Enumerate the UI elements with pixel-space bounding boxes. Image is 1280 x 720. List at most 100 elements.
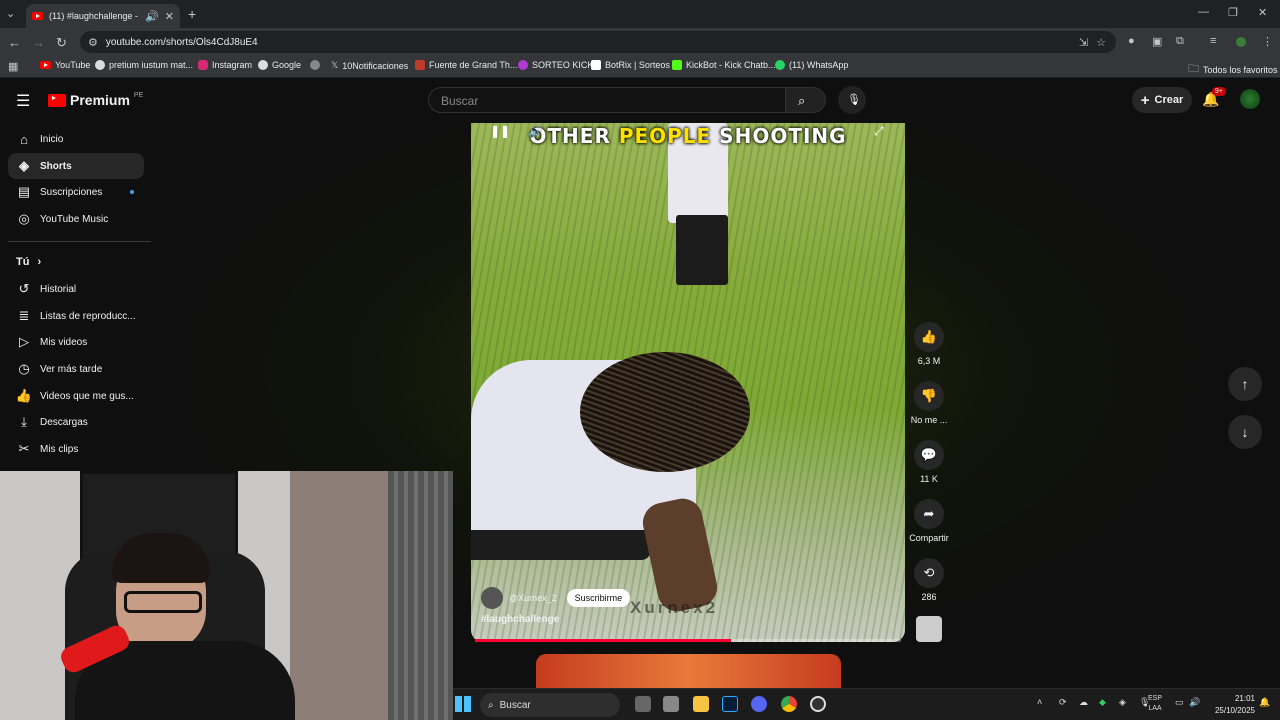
hashtag-link[interactable]: #laughchallenge <box>481 614 559 625</box>
video-person-shorts <box>676 215 728 285</box>
url-text: youtube.com/shorts/Ols4CdJ8uE4 <box>105 36 258 48</box>
bookmark-kickbot[interactable]: KickBot - Kick Chatb... <box>672 60 776 70</box>
next-short-preview[interactable] <box>536 654 841 688</box>
forward-icon[interactable]: → <box>32 35 45 50</box>
bookmark-sorteo-kick[interactable]: SORTEO KICK <box>518 60 593 70</box>
address-bar[interactable]: ⚙ youtube.com/shorts/Ols4CdJ8uE4 ⇲ ☆ <box>80 31 1116 53</box>
youtube-logo-icon <box>48 93 66 107</box>
youtube-premium-logo[interactable]: Premium PE <box>48 92 143 108</box>
language-indicator[interactable]: ESP LAA <box>1145 694 1165 714</box>
apps-grid-icon[interactable]: ▦ <box>8 60 18 73</box>
volume-tray-icon[interactable]: 🔊 <box>1189 697 1200 708</box>
remix-action[interactable]: ⟲ 286 <box>905 558 953 602</box>
sidebar-item-videos-me-gustan[interactable]: 👍 Videos que me gus... <box>8 383 144 409</box>
shorts-icon: ◈ <box>19 158 29 173</box>
sidebar-item-inicio[interactable]: ⌂ Inicio <box>8 126 144 152</box>
channel-name[interactable]: @Xurnex_2 <box>509 593 557 603</box>
sidebar-item-mis-videos[interactable]: ▷ Mis videos <box>8 329 144 355</box>
extension-icon[interactable]: ● <box>1128 35 1135 47</box>
wifi-icon[interactable]: ◈ <box>1119 697 1126 708</box>
bookmark-botrix[interactable]: BotRix | Sorteos <box>591 60 670 70</box>
close-window-icon[interactable]: ✕ <box>1258 6 1267 19</box>
sidebar-item-descargas[interactable]: ⤓ Descargas <box>8 409 144 435</box>
profile-avatar[interactable] <box>1236 37 1246 47</box>
bookmark-globe[interactable] <box>310 60 320 70</box>
browser-menu-icon[interactable]: ⋮ <box>1262 35 1273 48</box>
sidebar-item-suscripciones[interactable]: ▤ Suscripciones <box>8 179 144 205</box>
remix-icon: ⟲ <box>914 558 944 588</box>
scissors-icon: ✂ <box>18 441 30 456</box>
new-tab-icon[interactable]: + <box>188 6 196 22</box>
chevron-up-icon[interactable]: ˄ <box>1037 697 1042 707</box>
taskbar-search[interactable]: ⌕ Buscar <box>480 693 620 717</box>
sidebar-item-historial[interactable]: ↺ Historial <box>8 276 144 302</box>
app-icon[interactable] <box>663 696 679 712</box>
video-person-hair <box>580 352 750 472</box>
previous-short-button[interactable]: ↑ <box>1228 367 1262 401</box>
next-short-button[interactable]: ↓ <box>1228 415 1262 449</box>
bookmark-whatsapp[interactable]: (11) WhatsApp <box>775 60 848 70</box>
minimize-icon[interactable]: — <box>1198 6 1209 18</box>
notification-center-icon[interactable]: 🔔 <box>1259 697 1270 708</box>
bookmark-google[interactable]: Google <box>258 60 301 70</box>
volume-icon[interactable]: 🔊 <box>528 124 543 138</box>
dislike-action[interactable]: 👎 No me ... <box>905 381 953 425</box>
channel-avatar[interactable] <box>481 587 503 609</box>
close-tab-icon[interactable]: ✕ <box>165 10 174 23</box>
bookmark-youtube[interactable]: YouTube <box>40 60 90 70</box>
browser-tab[interactable]: (11) #laughchallenge - YouT 🔊 ✕ <box>26 4 180 28</box>
windows-start-icon[interactable] <box>455 696 471 712</box>
photoshop-icon[interactable] <box>722 696 738 712</box>
create-button[interactable]: + Crear <box>1132 87 1192 113</box>
tab-search-icon[interactable]: ⌄ <box>6 7 15 20</box>
bookmark-instagram[interactable]: Instagram <box>198 60 252 70</box>
obs-icon[interactable] <box>810 696 826 712</box>
back-icon[interactable]: ← <box>8 35 21 50</box>
extension-icon-2[interactable]: ▣ <box>1152 35 1162 48</box>
task-view-icon[interactable] <box>635 696 651 712</box>
bookmark-fuente[interactable]: Fuente de Grand Th... <box>415 60 517 70</box>
discord-icon[interactable] <box>751 696 767 712</box>
bookmark-notificaciones[interactable]: 𝕏 10Notificaciones <box>331 60 408 71</box>
sidebar-item-mis-clips[interactable]: ✂ Mis clips <box>8 436 144 462</box>
restore-icon[interactable]: ❐ <box>1228 6 1238 19</box>
search-input[interactable]: Buscar <box>428 87 786 113</box>
like-action[interactable]: 👍 6,3 M <box>905 322 953 366</box>
sidebar-item-listas[interactable]: ≣ Listas de reproducc... <box>8 303 144 329</box>
file-explorer-icon[interactable] <box>693 696 709 712</box>
bookmark-pretium[interactable]: pretium iustum mat... <box>95 60 193 70</box>
pause-icon[interactable]: ❚❚ <box>490 124 510 138</box>
all-bookmarks-folder[interactable]: 🗀 Todos los favoritos <box>1188 60 1278 79</box>
share-action[interactable]: ➦ Compartir <box>905 499 953 543</box>
reload-icon[interactable]: ↻ <box>56 35 67 51</box>
media-icon[interactable]: ≡ <box>1210 35 1216 47</box>
hamburger-menu-icon[interactable]: ☰ <box>16 91 30 111</box>
sidebar-item-shorts[interactable]: ◈ Shorts <box>8 153 144 179</box>
account-avatar[interactable] <box>1240 89 1260 109</box>
sidebar-item-youtube-music[interactable]: ◎ YouTube Music <box>8 206 144 232</box>
network-icon[interactable]: ▭ <box>1175 697 1184 708</box>
whatsapp-icon <box>775 60 785 70</box>
site-info-icon[interactable]: ⚙ <box>88 36 98 49</box>
notifications-button[interactable]: 🔔 9+ <box>1202 87 1226 111</box>
arrow-down-icon: ↓ <box>1241 424 1249 440</box>
notification-badge: 9+ <box>1212 87 1226 96</box>
search-button[interactable]: ⌕ <box>786 87 826 113</box>
fullscreen-icon[interactable]: ⤢ <box>874 124 884 139</box>
install-icon[interactable]: ⇲ <box>1079 36 1088 49</box>
system-clock[interactable]: 21:01 25/10/2025 <box>1203 693 1255 717</box>
sidebar-section-tu[interactable]: Tú › <box>8 249 144 275</box>
video-progress-bar[interactable] <box>475 639 901 642</box>
tray-app-icon[interactable]: ⟳ <box>1059 697 1067 708</box>
speaker-icon[interactable]: 🔊 <box>145 10 159 23</box>
bookmark-star-icon[interactable]: ☆ <box>1096 36 1106 49</box>
extensions-puzzle-icon[interactable]: ⧉ <box>1176 35 1184 48</box>
voice-search-button[interactable]: 🎙 <box>838 86 866 114</box>
defender-icon[interactable]: ◆ <box>1099 697 1106 708</box>
audio-thumbnail[interactable] <box>905 616 953 642</box>
subscribe-button[interactable]: Suscribirme <box>566 589 631 607</box>
comments-action[interactable]: 💬 11 K <box>905 440 953 484</box>
chrome-icon[interactable] <box>781 696 797 712</box>
onedrive-icon[interactable]: ☁ <box>1079 697 1088 708</box>
sidebar-item-ver-mas-tarde[interactable]: ◷ Ver más tarde <box>8 356 144 382</box>
